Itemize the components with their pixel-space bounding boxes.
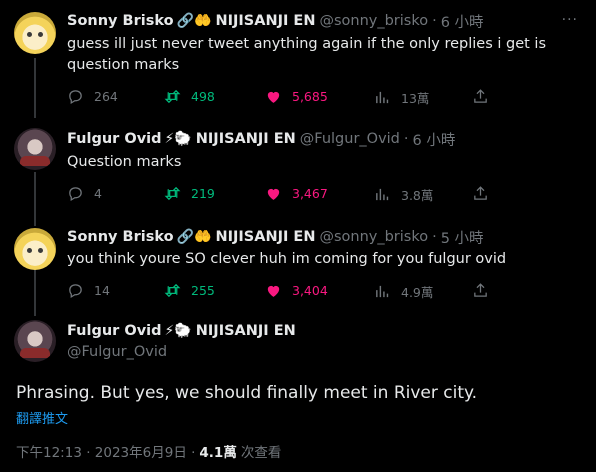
tweet-header: Sonny Brisko 🔗🤲 NIJISANJI EN @sonny_bris… (67, 11, 484, 31)
tweet-time[interactable]: 5 小時 (441, 227, 484, 248)
action-bar: 14 255 3,404 4.9萬 (67, 282, 497, 302)
views-count: 13萬 (401, 91, 430, 106)
views-count: 3.8萬 (401, 188, 434, 203)
author-name[interactable]: Sonny Brisko (67, 13, 174, 29)
retweet-button[interactable]: 255 (164, 282, 215, 299)
views-label: 次查看 (240, 445, 282, 461)
more-icon[interactable]: ··· (562, 12, 578, 28)
avatar[interactable] (14, 320, 56, 362)
reply-count: 4 (94, 186, 102, 201)
share-button[interactable] (472, 185, 489, 202)
share-icon (474, 186, 487, 200)
author-name[interactable]: Fulgur Ovid (67, 131, 162, 147)
timestamp[interactable]: 下午12:13 · 2023年6月9日 · (16, 441, 195, 461)
retweet-button[interactable]: 498 (164, 88, 215, 105)
name-emojis: ⚡🐑 (164, 323, 192, 339)
separator: · (403, 131, 409, 147)
reply-icon (69, 90, 82, 105)
main-tweet-text: Phrasing. But yes, we should finally mee… (16, 383, 478, 403)
retweet-count: 498 (191, 89, 215, 104)
action-bar: 4 219 3,467 3.8萬 (67, 185, 497, 205)
author-affiliation: NIJISANJI EN (195, 323, 296, 339)
like-button[interactable]: 3,467 (265, 185, 328, 202)
name-emojis: 🔗🤲 (176, 229, 212, 245)
retweet-count: 219 (191, 186, 215, 201)
retweet-icon (164, 89, 181, 104)
views-icon (376, 91, 389, 104)
share-icon (474, 89, 487, 103)
avatar[interactable] (14, 128, 56, 170)
main-tweet-header: Fulgur Ovid ⚡🐑 NIJISANJI EN (67, 323, 296, 339)
tweet-header: Sonny Brisko 🔗🤲 NIJISANJI EN @sonny_bris… (67, 227, 484, 247)
reply-count: 264 (94, 89, 118, 104)
share-button[interactable] (472, 282, 489, 299)
reply-count: 14 (94, 283, 110, 298)
heart-icon (267, 285, 280, 297)
tweet-time[interactable]: 6 小時 (413, 129, 456, 150)
tweet-time[interactable]: 6 小時 (441, 11, 484, 32)
separator: · (432, 13, 437, 29)
translate-link[interactable]: 翻譯推文 (16, 408, 68, 427)
tweet-3[interactable]: Sonny Brisko 🔗🤲 NIJISANJI EN @sonny_bris… (0, 216, 596, 314)
action-bar: 264 498 5,685 13萬 (67, 88, 497, 108)
retweet-icon (164, 186, 181, 201)
views-button[interactable]: 3.8萬 (374, 185, 433, 204)
views-count: 4.1萬 (199, 445, 237, 461)
author-affiliation: NIJISANJI EN (195, 131, 296, 147)
separator: · (432, 229, 437, 245)
retweet-button[interactable]: 219 (164, 185, 215, 202)
like-button[interactable]: 3,404 (265, 282, 328, 299)
heart-icon (267, 91, 280, 103)
author-handle[interactable]: @Fulgur_Ovid (67, 344, 167, 360)
tweet-2[interactable]: Fulgur Ovid ⚡🐑 NIJISANJI EN @Fulgur_Ovid… (0, 118, 596, 216)
avatar[interactable] (14, 228, 56, 270)
author-handle[interactable]: @sonny_brisko (319, 13, 428, 29)
like-button[interactable]: 5,685 (265, 88, 328, 105)
reply-button[interactable]: 14 (67, 282, 110, 299)
tweet-text: you think youre SO clever huh im coming … (67, 251, 507, 267)
tweet-text: guess ill just never tweet anything agai… (67, 36, 547, 73)
avatar[interactable] (14, 12, 56, 54)
reply-button[interactable]: 4 (67, 185, 102, 202)
author-handle[interactable]: @sonny_brisko (319, 229, 428, 245)
views-button[interactable]: 13萬 (374, 88, 429, 107)
author-name[interactable]: Fulgur Ovid (67, 323, 162, 339)
reply-button[interactable]: 264 (67, 88, 118, 105)
author-affiliation: NIJISANJI EN (215, 13, 316, 29)
views-count: 4.9萬 (401, 285, 434, 300)
views-button[interactable]: 4.9萬 (374, 282, 433, 301)
reply-icon (69, 284, 82, 299)
author-name[interactable]: Sonny Brisko (67, 229, 174, 245)
reply-icon (69, 187, 82, 202)
like-count: 3,467 (292, 186, 328, 201)
retweet-icon (164, 283, 181, 298)
tweet-meta: 下午12:13 · 2023年6月9日 · 4.1萬 次查看 (16, 441, 281, 461)
name-emojis: ⚡🐑 (164, 131, 192, 147)
name-emojis: 🔗🤲 (176, 13, 212, 29)
like-count: 5,685 (292, 89, 328, 104)
retweet-count: 255 (191, 283, 215, 298)
views-icon (376, 188, 389, 201)
heart-icon (267, 188, 280, 200)
views-icon (376, 285, 389, 298)
tweet-header: Fulgur Ovid ⚡🐑 NIJISANJI EN @Fulgur_Ovid… (67, 129, 455, 149)
like-count: 3,404 (292, 283, 328, 298)
share-icon (474, 283, 487, 297)
author-handle[interactable]: @Fulgur_Ovid (300, 131, 400, 147)
share-button[interactable] (472, 88, 489, 105)
tweet-text: Question marks (67, 154, 182, 170)
tweet-1[interactable]: Sonny Brisko 🔗🤲 NIJISANJI EN @sonny_bris… (0, 0, 596, 116)
author-affiliation: NIJISANJI EN (215, 229, 316, 245)
